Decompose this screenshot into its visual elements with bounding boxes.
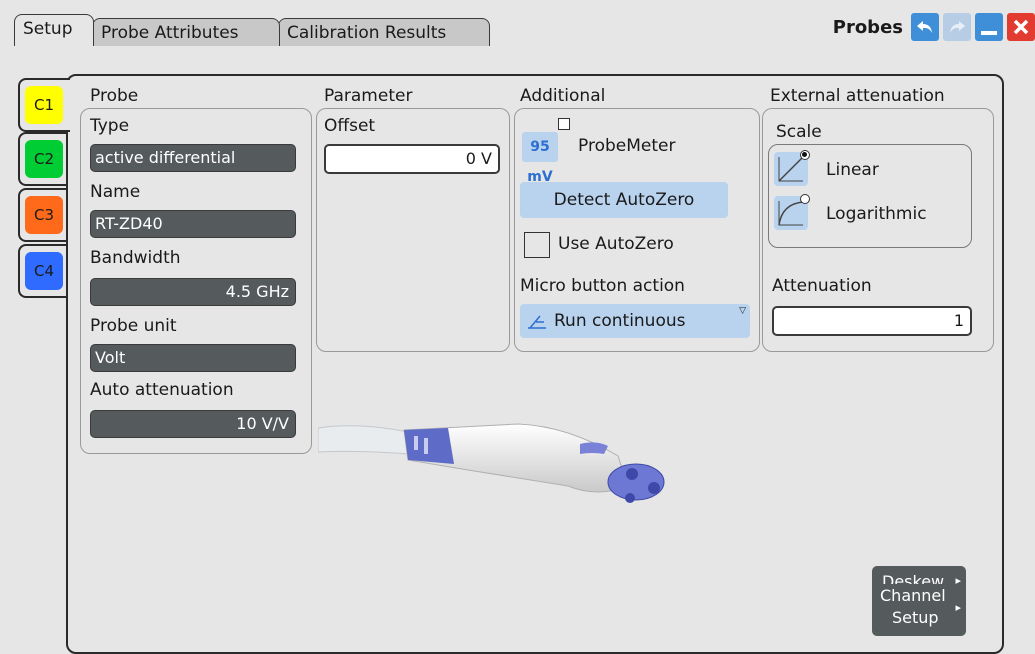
bandwidth-field: 4.5 GHz [90, 278, 296, 306]
channel-c3-swatch: C3 [25, 196, 63, 234]
dropdown-arrow-icon: ▽ [739, 306, 746, 316]
tab-calibration-results[interactable]: Calibration Results [278, 18, 490, 46]
use-autozero-label: Use AutoZero [558, 234, 674, 254]
tab-setup[interactable]: Setup [14, 14, 94, 46]
bandwidth-label: Bandwidth [90, 248, 181, 268]
logarithmic-label: Logarithmic [826, 204, 927, 224]
type-field: active differential [90, 144, 296, 172]
tab-channel-c2[interactable]: C2 [18, 132, 66, 186]
probemeter-label: ProbeMeter [578, 136, 676, 156]
close-icon[interactable] [1007, 13, 1035, 41]
linear-radio-dot [800, 150, 810, 160]
attenuation-input[interactable]: 1 [772, 306, 972, 336]
channel-setup-arrow-icon: ▸ [955, 601, 961, 614]
micro-button-label: Micro button action [520, 276, 685, 296]
probe-unit-label: Probe unit [90, 316, 177, 336]
type-label: Type [90, 116, 130, 136]
channel-c1-swatch: C1 [25, 86, 63, 124]
channel-setup-button[interactable]: Channel Setup ▸ [872, 584, 966, 636]
window-title: Probes [832, 16, 903, 38]
channel-setup-label-1: Channel [880, 586, 946, 605]
auto-attenuation-label: Auto attenuation [90, 380, 234, 400]
linear-label: Linear [826, 160, 879, 180]
additional-section-label: Additional [520, 86, 606, 106]
channel-setup-label-2: Setup [892, 608, 939, 627]
undo-icon[interactable] [911, 13, 939, 41]
minimize-icon[interactable] [975, 13, 1003, 41]
offset-input[interactable]: 0 V [324, 144, 500, 174]
probe-unit-field: Volt [90, 344, 296, 372]
tab-channel-c1[interactable]: C1 [18, 78, 70, 132]
detect-autozero-button[interactable]: Detect AutoZero [520, 182, 728, 218]
offset-label: Offset [324, 116, 376, 136]
auto-attenuation-field: 10 V/V [90, 410, 296, 438]
probemeter-checkbox[interactable] [558, 118, 570, 130]
linear-radio[interactable] [774, 150, 810, 186]
external-attenuation-label: External attenuation [770, 86, 945, 106]
use-autozero-checkbox[interactable] [524, 232, 550, 258]
tab-channel-c4[interactable]: C4 [18, 244, 66, 298]
run-continuous-icon [526, 310, 548, 332]
tab-probe-attributes[interactable]: Probe Attributes [92, 18, 280, 46]
channel-c4-swatch: C4 [25, 252, 63, 290]
probe-section-label: Probe [90, 86, 139, 106]
micro-button-select[interactable]: Run continuous ▽ [520, 304, 750, 338]
logarithmic-radio-dot [800, 194, 810, 204]
name-label: Name [90, 182, 141, 202]
attenuation-label: Attenuation [772, 276, 872, 296]
setup-panel: Probe Type active differential Name RT-Z… [66, 74, 1004, 654]
name-field: RT-ZD40 [90, 210, 296, 238]
scale-label: Scale [776, 122, 822, 142]
probe-image [317, 416, 708, 526]
micro-button-value: Run continuous [554, 311, 686, 331]
channel-c2-swatch: C2 [25, 140, 63, 178]
redo-icon[interactable] [943, 13, 971, 41]
logarithmic-radio[interactable] [774, 194, 810, 230]
title-bar: Probes [833, 12, 1035, 42]
probemeter-icon: 95 mV [522, 132, 558, 185]
tab-channel-c3[interactable]: C3 [18, 188, 66, 242]
parameter-section-label: Parameter [324, 86, 413, 106]
